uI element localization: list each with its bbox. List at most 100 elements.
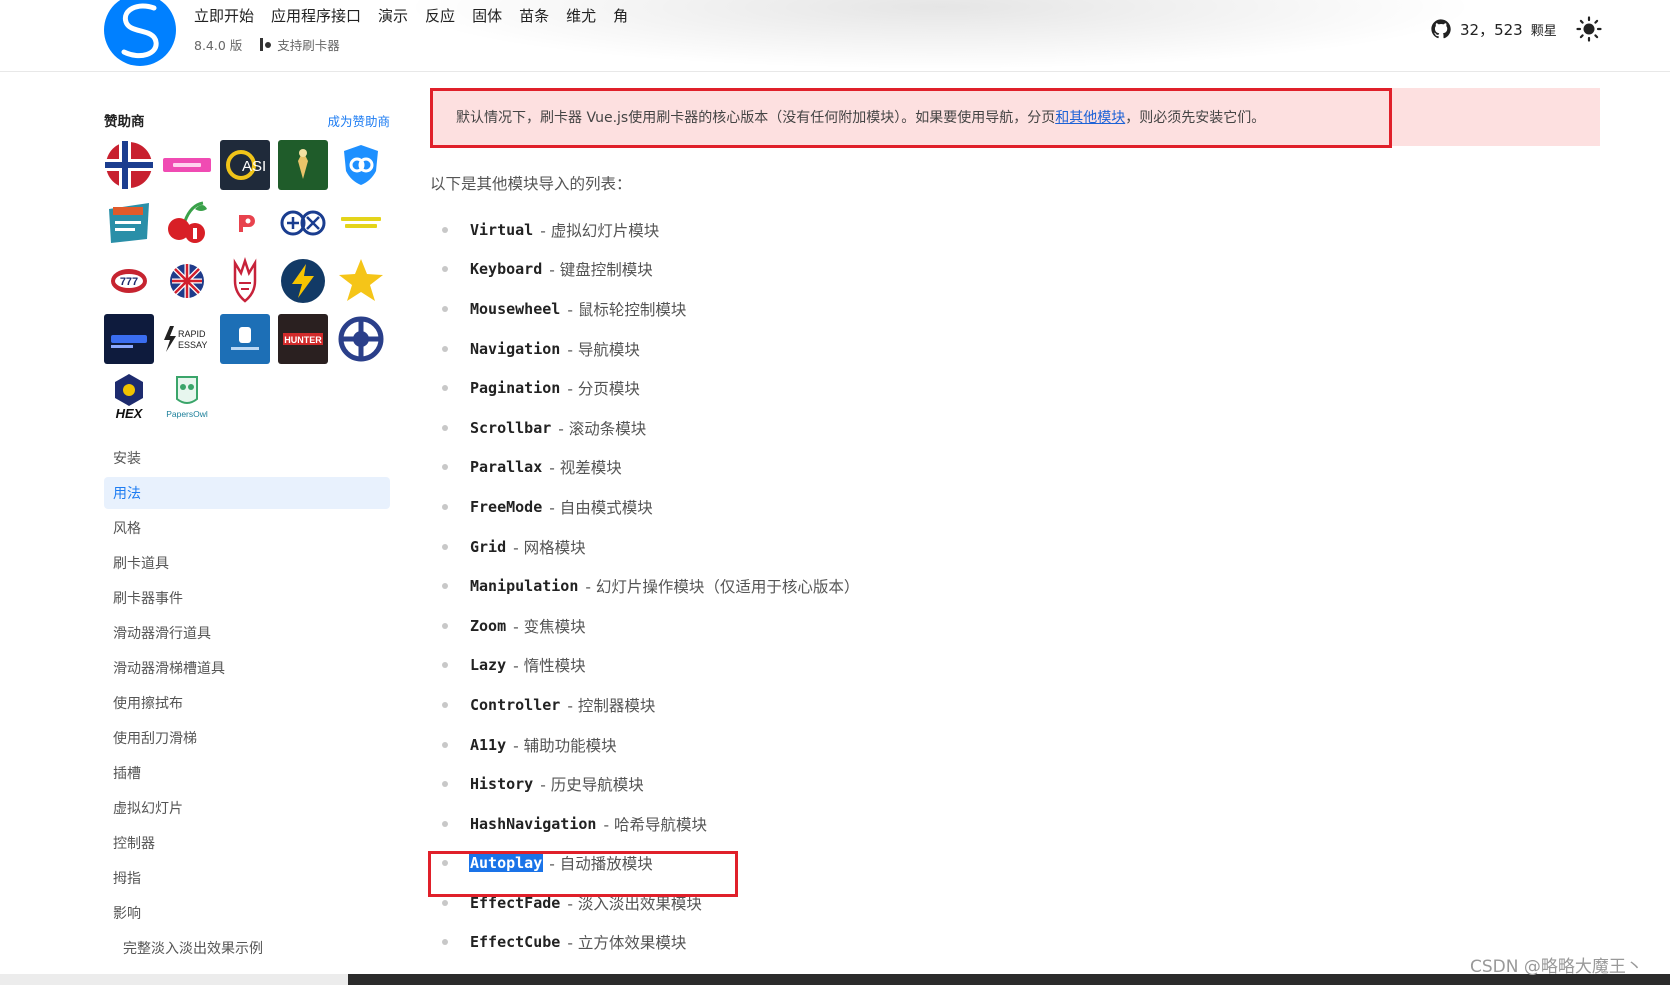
nav-react[interactable]: 反应 [425,5,455,26]
module-desc: - 网格模块 [513,538,586,557]
module-item: Lazy - 惰性模块 [430,646,1600,686]
bullet-icon [442,345,448,352]
sponsor-logo[interactable] [104,314,154,364]
module-code: Lazy [470,656,507,675]
support-dot-icon [265,41,272,48]
theme-toggle-sun-icon[interactable] [1576,16,1602,42]
sponsor-logo[interactable] [104,140,154,190]
other-modules-link[interactable]: 和其他模块 [1055,110,1125,126]
bullet-icon [442,662,448,669]
bullet-icon [442,781,448,788]
module-desc: - 变焦模块 [513,617,586,636]
sponsor-logo[interactable] [220,314,270,364]
sidebar-item-use-swiper-slide[interactable]: 使用刮刀滑梯 [104,722,390,754]
module-code: Zoom [470,616,507,635]
module-item: Virtual - 虚拟幻灯片模块 [430,210,1600,250]
sponsor-logo[interactable] [162,198,212,248]
modules-list: Virtual - 虚拟幻灯片模块 Keyboard - 键盘控制模块 Mousewhe… [430,210,1600,962]
sponsor-logo[interactable] [336,140,386,190]
github-stars-link[interactable]: 32，523 颗星 [1430,18,1557,40]
module-code: Controller [470,695,561,714]
module-desc: - 立方体效果模块 [567,934,687,953]
bullet-icon [442,741,448,748]
sponsor-logo[interactable]: HUNTER [278,314,328,364]
sidebar-menu: 安装 用法 风格 刷卡道具 刷卡器事件 滑动器滑行道具 滑动器滑梯槽道具 使用擦… [104,442,390,964]
bullet-icon [442,820,448,827]
module-desc: - 自由模式模块 [549,498,653,517]
stars-count: 32，523 [1460,20,1523,39]
sponsor-hex-text: HEX [116,406,144,421]
sponsor-logo[interactable] [278,198,328,248]
sponsor-essay-text: ESSAY [178,340,207,350]
support-swiper-link[interactable]: 支持刷卡器 [260,35,340,54]
module-desc: - 惰性模块 [513,657,586,676]
sidebar-item-slots[interactable]: 插槽 [104,757,390,789]
sponsor-logo[interactable] [104,198,154,248]
sidebar-item-use-swiper[interactable]: 使用擦拭布 [104,687,390,719]
sponsor-logo[interactable] [336,198,386,248]
sidebar-item-effects[interactable]: 影响 [104,897,390,929]
swiper-logo[interactable] [104,0,176,66]
bullet-icon [442,503,448,510]
nav-solid[interactable]: 固体 [472,5,502,26]
sponsor-logo[interactable]: RAPID ESSAY [162,314,212,364]
sidebar-item-slide-slots-props[interactable]: 滑动器滑梯槽道具 [104,652,390,684]
sidebar-item-styles[interactable]: 风格 [104,512,390,544]
bullet-icon [442,860,448,867]
module-item: Parallax - 视差模块 [430,448,1600,488]
sidebar-subitem-fade-example[interactable]: 完整淡入淡出效果示例 [104,932,390,964]
sponsor-logo[interactable] [220,198,270,248]
module-code: Pagination [470,379,561,398]
become-sponsor-link[interactable]: 成为赞助商 [327,111,390,130]
sponsor-logo[interactable] [162,256,212,306]
nav-vue[interactable]: 维尤 [566,5,596,26]
module-item: Navigation - 导航模块 [430,329,1600,369]
support-bar-icon [260,38,264,51]
module-code: EffectFade [470,893,561,912]
sponsor-logo[interactable] [278,140,328,190]
module-desc: - 导航模块 [567,340,640,359]
nav-api[interactable]: 应用程序接口 [271,5,361,26]
module-code: Scrollbar [470,418,552,437]
info-note: 默认情况下，刷卡器 Vue.js使用刷卡器的核心版本（没有任何附加模块）。如果要… [430,88,1600,146]
main-nav: 立即开始 应用程序接口 演示 反应 固体 苗条 维尤 角 [194,5,628,26]
module-code: Manipulation [470,577,579,596]
sponsor-logo[interactable]: ASI [220,140,270,190]
sidebar-item-controller[interactable]: 控制器 [104,827,390,859]
sidebar-item-usage[interactable]: 用法 [104,477,390,509]
sponsor-logo[interactable] [336,256,386,306]
sponsor-logo[interactable]: 777 [104,256,154,306]
sponsor-logo[interactable] [336,314,386,364]
sidebar-item-slide-props[interactable]: 滑动器滑行道具 [104,617,390,649]
nav-demos[interactable]: 演示 [378,5,408,26]
sidebar-item-swiper-props[interactable]: 刷卡道具 [104,547,390,579]
module-code: Parallax [470,458,543,477]
module-desc: - 键盘控制模块 [549,261,653,280]
nav-svelte[interactable]: 苗条 [519,5,549,26]
module-item: Controller - 控制器模块 [430,685,1600,725]
sidebar-item-swiper-events[interactable]: 刷卡器事件 [104,582,390,614]
module-item: Scrollbar - 滚动条模块 [430,408,1600,448]
top-header: 立即开始 应用程序接口 演示 反应 固体 苗条 维尤 角 8.4.0 版 支持刷… [0,0,1670,72]
nav-get-started[interactable]: 立即开始 [194,5,254,26]
sidebar-item-install[interactable]: 安装 [104,442,390,474]
module-desc: - 辅助功能模块 [513,736,617,755]
module-desc: - 自动播放模块 [549,855,653,874]
sponsor-logo[interactable] [162,140,212,190]
sidebar-item-virtual-slides[interactable]: 虚拟幻灯片 [104,792,390,824]
module-item: Mousewheel - 鼠标轮控制模块 [430,289,1600,329]
sponsor-logo[interactable] [220,256,270,306]
module-desc: - 控制器模块 [567,696,656,715]
module-item: Manipulation - 幻灯片操作模块（仅适用于核心版本） [430,566,1600,606]
module-desc: - 哈希导航模块 [603,815,707,834]
sponsor-papersowl-text: PapersOwl [166,409,208,419]
module-item: EffectCube - 立方体效果模块 [430,923,1600,963]
module-item: HashNavigation - 哈希导航模块 [430,804,1600,844]
sponsors-title: 赞助商 [104,114,145,130]
sponsor-logo[interactable]: HEX [104,372,154,422]
sidebar-item-thumbs[interactable]: 拇指 [104,862,390,894]
sponsor-logo[interactable]: PapersOwl [162,372,212,422]
sponsor-logo[interactable] [278,256,328,306]
module-code: HashNavigation [470,814,597,833]
nav-angular[interactable]: 角 [613,5,628,26]
